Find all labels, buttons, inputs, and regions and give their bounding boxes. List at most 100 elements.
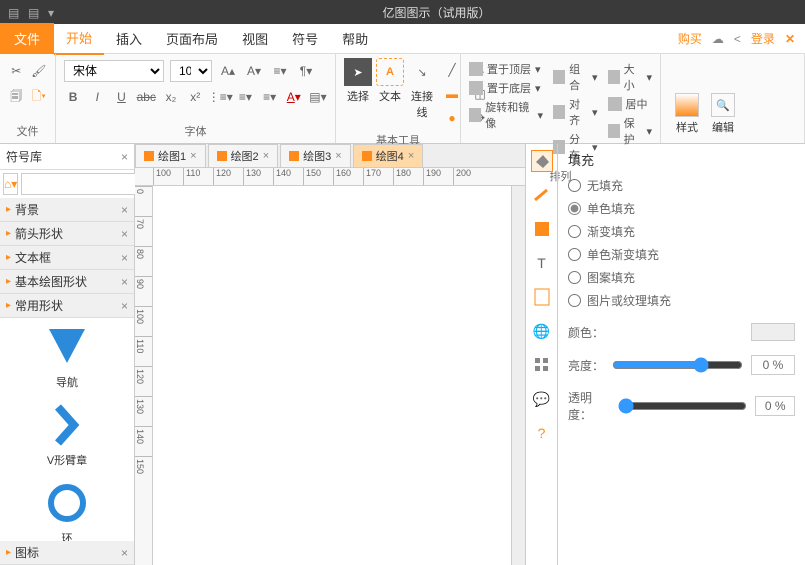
cut-icon[interactable]: ✂: [8, 61, 25, 81]
opacity-label: 透明度：: [568, 389, 610, 423]
subscript-icon[interactable]: x₂: [162, 87, 180, 107]
fill-tool-icon[interactable]: [531, 150, 553, 172]
login-link[interactable]: 登录: [751, 30, 775, 47]
cloud-icon[interactable]: ☁: [712, 32, 724, 46]
help-icon[interactable]: ?: [531, 422, 553, 444]
page-icon[interactable]: [531, 286, 553, 308]
brush-icon[interactable]: 🖌: [31, 61, 48, 81]
home-icon[interactable]: ⌂▾: [3, 173, 18, 195]
strike-icon[interactable]: abc: [137, 87, 156, 107]
tab-icon: [217, 151, 227, 161]
redo-icon[interactable]: ▾: [48, 6, 60, 18]
shape-style-icon[interactable]: [531, 218, 553, 240]
scrollbar-vertical[interactable]: [511, 186, 525, 565]
select-tool[interactable]: ➤ 选择: [344, 58, 372, 130]
globe-icon[interactable]: 🌐: [531, 320, 553, 342]
connector-tool[interactable]: ↘ 连接线: [408, 58, 436, 130]
comment-icon[interactable]: 💬: [531, 388, 553, 410]
center-btn[interactable]: 居中: [608, 96, 652, 112]
protect-btn[interactable]: 保护▾: [608, 115, 652, 147]
fill-opt-solid[interactable]: 单色填充: [568, 200, 795, 217]
brightness-slider[interactable]: [612, 357, 743, 373]
tabs: 绘图1× 绘图2× 绘图3× 绘图4×: [135, 144, 525, 168]
ribbon-tool-group: ➤ 选择 A 文本 ↘ 连接线 ╱ ▬ ● ✎ ◫ ✥ 基本工具: [336, 54, 461, 143]
menu-layout[interactable]: 页面布局: [154, 23, 230, 54]
align-icon-2[interactable]: ≡▾: [260, 87, 278, 107]
share-icon[interactable]: <: [734, 32, 741, 46]
cat-icons[interactable]: ▸图标×: [0, 541, 134, 565]
undo-icon[interactable]: ▤: [28, 6, 40, 18]
fill-opt-mono-gradient[interactable]: 单色渐变填充: [568, 246, 795, 263]
menu-insert[interactable]: 插入: [104, 23, 154, 54]
menu-start[interactable]: 开始: [54, 22, 104, 55]
fill-opt-pattern[interactable]: 图案填充: [568, 269, 795, 286]
list-icon[interactable]: ≡▾: [236, 87, 254, 107]
color-swatch[interactable]: [751, 323, 795, 341]
line-style-icon[interactable]: [531, 184, 553, 206]
shape-chevron[interactable]: V形臂章: [6, 402, 128, 468]
grid-icon[interactable]: [531, 354, 553, 376]
opacity-slider[interactable]: [618, 398, 747, 414]
superscript-icon[interactable]: x²: [186, 87, 204, 107]
close-icon[interactable]: ×: [263, 150, 269, 162]
tab-1[interactable]: 绘图1×: [135, 144, 206, 167]
cat-textbox[interactable]: ▸文本框×: [0, 246, 134, 270]
style-button[interactable]: 样式: [669, 87, 705, 139]
opacity-value[interactable]: 0 %: [755, 396, 795, 416]
brightness-value[interactable]: 0 %: [751, 355, 795, 375]
fill-opt-image[interactable]: 图片或纹理填充: [568, 292, 795, 309]
align-btn[interactable]: 对齐▾: [553, 96, 597, 128]
edit-button[interactable]: 🔍 编辑: [705, 87, 741, 139]
bold-icon[interactable]: B: [64, 87, 82, 107]
menu-view[interactable]: 视图: [230, 23, 280, 54]
oval-icon[interactable]: ●: [442, 108, 462, 128]
paragraph-icon[interactable]: ¶▾: [296, 61, 316, 81]
menu-symbol[interactable]: 符号: [280, 23, 330, 54]
group-btn[interactable]: 组合▾: [553, 61, 597, 93]
shape-ring[interactable]: 环: [6, 480, 128, 541]
font-family-select[interactable]: 宋体: [64, 60, 164, 82]
close-icon[interactable]: ×: [335, 150, 341, 162]
canvas[interactable]: [153, 186, 511, 565]
increase-font-icon[interactable]: A▴: [218, 61, 238, 81]
font-color-icon[interactable]: A▾: [285, 87, 303, 107]
close-icon[interactable]: ×: [121, 150, 128, 164]
highlight-icon[interactable]: ▤▾: [309, 87, 327, 107]
rect-icon[interactable]: ▬: [442, 84, 462, 104]
copy-icon[interactable]: 🗐: [8, 87, 25, 107]
cat-basic[interactable]: ▸基本绘图形状×: [0, 270, 134, 294]
fill-opt-gradient[interactable]: 渐变填充: [568, 223, 795, 240]
cat-arrow[interactable]: ▸箭头形状×: [0, 222, 134, 246]
quick-access: ▤ ▤ ▾: [0, 6, 68, 18]
close-icon[interactable]: ×: [408, 150, 414, 162]
size-btn[interactable]: 大小▾: [608, 61, 652, 93]
rotate-mirror[interactable]: 旋转和镜像▾: [469, 99, 543, 131]
underline-icon[interactable]: U: [112, 87, 130, 107]
menubar-right: 购买 ☁ < 登录 ✕: [678, 30, 805, 47]
save-icon[interactable]: ▤: [8, 6, 20, 18]
menubar: 文件 开始 插入 页面布局 视图 符号 帮助 购买 ☁ < 登录 ✕: [0, 24, 805, 54]
tab-3[interactable]: 绘图3×: [280, 144, 351, 167]
italic-icon[interactable]: I: [88, 87, 106, 107]
font-size-select[interactable]: 10: [170, 60, 212, 82]
tab-4[interactable]: 绘图4×: [353, 144, 424, 167]
cat-common[interactable]: ▸常用形状×: [0, 294, 134, 318]
paste-icon[interactable]: 🗋▾: [31, 87, 48, 107]
cat-background[interactable]: ▸背景×: [0, 198, 134, 222]
bring-front[interactable]: 置于顶层▾: [469, 61, 543, 77]
text-style-icon[interactable]: T: [531, 252, 553, 274]
line-icon[interactable]: ╱: [442, 60, 462, 80]
buy-link[interactable]: 购买: [678, 30, 702, 47]
menu-file[interactable]: 文件: [0, 23, 54, 54]
fill-opt-none[interactable]: 无填充: [568, 177, 795, 194]
lineheight-icon[interactable]: ≡▾: [270, 61, 290, 81]
close-icon[interactable]: ×: [190, 150, 196, 162]
send-back[interactable]: 置于底层▾: [469, 80, 543, 96]
decrease-font-icon[interactable]: A▾: [244, 61, 264, 81]
text-tool[interactable]: A 文本: [376, 58, 404, 130]
tab-2[interactable]: 绘图2×: [208, 144, 279, 167]
shape-nav[interactable]: 导航: [6, 324, 128, 390]
bullet-icon[interactable]: ⋮≡▾: [210, 87, 230, 107]
menu-help[interactable]: 帮助: [330, 23, 380, 54]
canvas-wrap: 绘图1× 绘图2× 绘图3× 绘图4× 10011012013014015016…: [135, 144, 525, 565]
